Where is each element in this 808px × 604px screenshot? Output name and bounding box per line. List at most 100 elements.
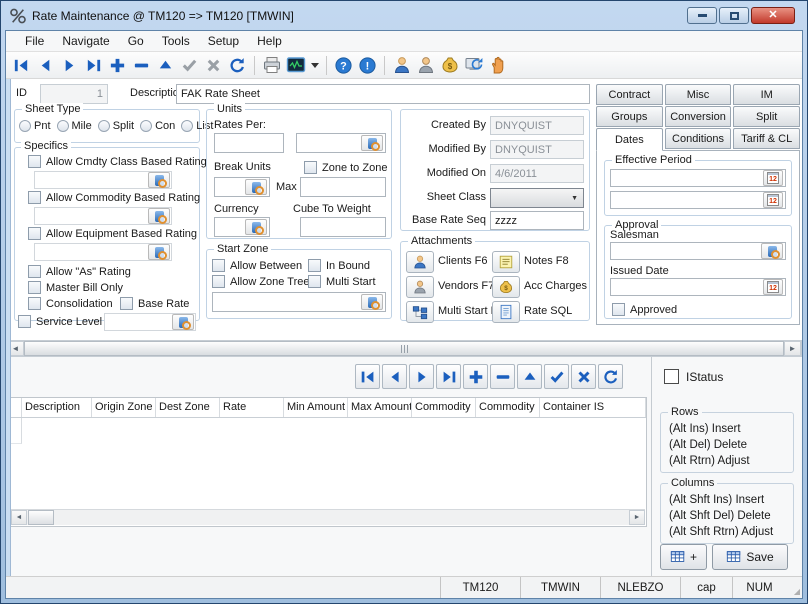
service-level-checkbox[interactable] [18,315,31,328]
service-level-field[interactable] [104,313,196,331]
last-record-button[interactable] [82,54,105,77]
grid-scroll-left-button[interactable]: ◄ [11,510,27,525]
column-container[interactable]: Container IS [540,398,646,417]
minimize-button[interactable] [687,7,717,24]
grid-cancel-button[interactable] [571,364,596,389]
print-button[interactable] [260,54,283,77]
menu-tools[interactable]: Tools [153,31,199,51]
tab-im[interactable]: IM [733,84,800,105]
tab-conversion[interactable]: Conversion [665,106,732,127]
grid-refresh-button[interactable] [598,364,623,389]
tab-tariff-cl[interactable]: Tariff & CL [733,128,800,149]
tab-dates[interactable]: Dates [596,128,663,151]
salesman-lookup-button[interactable] [761,243,783,259]
radio-pnt[interactable] [19,120,31,132]
scroll-thumb[interactable] [24,341,784,356]
info-button[interactable]: ! [356,54,379,77]
grid-previous-button[interactable] [382,364,407,389]
next-record-button[interactable] [58,54,81,77]
column-origin-zone[interactable]: Origin Zone [92,398,156,417]
grid-row-selector[interactable] [10,418,22,444]
close-button[interactable]: ✕ [751,7,795,24]
terminal-dropdown-button[interactable] [308,54,321,77]
menu-navigate[interactable]: Navigate [53,31,118,51]
column-max-amount[interactable]: Max Amount [348,398,412,417]
allow-between-checkbox[interactable] [212,259,225,272]
grid-scroll-thumb[interactable] [28,510,54,525]
notes-f8-button[interactable] [492,251,520,273]
equipment-field[interactable] [34,243,172,261]
menu-file[interactable]: File [16,31,53,51]
resize-grip[interactable]: ◢ [786,577,802,598]
grid-accept-button[interactable] [544,364,569,389]
effective-to-calendar-button[interactable] [763,192,783,208]
grid-next-button[interactable] [409,364,434,389]
base-rate-checkbox[interactable] [120,297,133,310]
radio-split[interactable] [98,120,110,132]
start-zone-field[interactable] [212,292,386,312]
tab-split[interactable]: Split [733,106,800,127]
description-field[interactable]: FAK Rate Sheet [176,84,590,104]
grid-add-button[interactable] [463,364,488,389]
left-splitter[interactable] [6,79,11,576]
column-description[interactable]: Description [22,398,92,417]
effective-from-field[interactable] [610,169,786,187]
salesman-field[interactable] [610,242,786,260]
previous-record-button[interactable] [34,54,57,77]
rates-per-field-2[interactable] [296,133,386,153]
grid-last-button[interactable] [436,364,461,389]
currency-field[interactable] [214,217,270,237]
rates-per-field-1[interactable] [214,133,284,153]
service-level-lookup-button[interactable] [172,314,194,330]
radio-con[interactable] [140,120,152,132]
cancel-button[interactable] [202,54,225,77]
vendors-f7-button[interactable] [406,276,434,298]
equipment-checkbox[interactable] [28,227,41,240]
equipment-lookup-button[interactable] [148,244,170,260]
grid-delete-button[interactable] [490,364,515,389]
delete-record-button[interactable] [130,54,153,77]
cube-to-weight-field[interactable] [300,217,386,237]
tab-contract[interactable]: Contract [596,84,663,105]
grid-first-button[interactable] [355,364,380,389]
terminal-button[interactable] [284,54,307,77]
grid-scroll-right-button[interactable]: ► [629,510,645,525]
consolidation-checkbox[interactable] [28,297,41,310]
column-commodity-1[interactable]: Commodity [412,398,476,417]
help-button[interactable]: ? [332,54,355,77]
commodity-field[interactable] [34,207,172,225]
grid-add-sheet-button[interactable]: + [660,544,707,570]
break-units-lookup-button[interactable] [245,179,267,195]
grid-save-button[interactable]: Save [712,544,788,570]
menu-go[interactable]: Go [119,31,153,51]
commodity-lookup-button[interactable] [148,208,170,224]
approved-checkbox[interactable] [612,303,625,316]
as-rating-checkbox[interactable] [28,265,41,278]
multi-start-checkbox[interactable] [308,275,321,288]
tab-misc[interactable]: Misc [665,84,732,105]
rate-sql-button[interactable] [492,301,520,323]
id-field[interactable]: 1 [40,84,108,104]
tab-groups[interactable]: Groups [596,106,663,127]
zone-to-zone-checkbox[interactable] [304,161,317,174]
refresh-button[interactable] [226,54,249,77]
in-bound-checkbox[interactable] [308,259,321,272]
menu-help[interactable]: Help [248,31,291,51]
rates-per-lookup-button[interactable] [361,135,383,151]
master-bill-checkbox[interactable] [28,281,41,294]
commodity-checkbox[interactable] [28,191,41,204]
grid-horizontal-scrollbar[interactable]: ◄ ► [11,509,645,525]
accept-button[interactable] [178,54,201,77]
column-min-amount[interactable]: Min Amount [284,398,348,417]
acc-charges-button[interactable]: $ [492,276,520,298]
form-horizontal-scrollbar[interactable]: ◄ ► [6,340,802,357]
menu-setup[interactable]: Setup [199,31,248,51]
sheet-class-combo[interactable] [490,188,584,208]
scroll-right-button[interactable]: ► [784,341,801,356]
istatus-checkbox[interactable] [664,369,679,384]
column-rate[interactable]: Rate [220,398,284,417]
effective-from-calendar-button[interactable] [763,170,783,186]
sync-button[interactable] [462,54,485,77]
grid-move-up-button[interactable] [517,364,542,389]
start-zone-lookup-button[interactable] [361,294,383,310]
